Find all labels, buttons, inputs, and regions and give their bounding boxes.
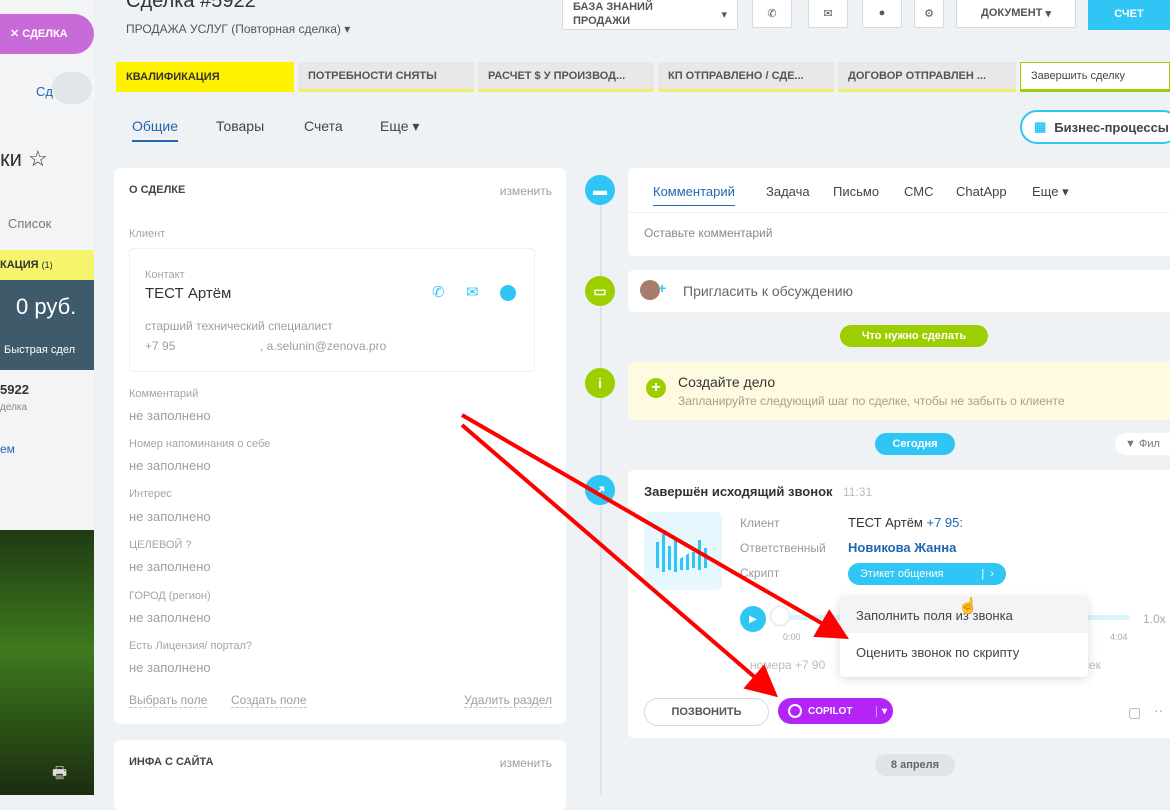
arrow-to-copilot bbox=[460, 423, 779, 698]
annotation-arrows bbox=[460, 413, 849, 698]
arrow-to-rate-call bbox=[460, 413, 849, 640]
